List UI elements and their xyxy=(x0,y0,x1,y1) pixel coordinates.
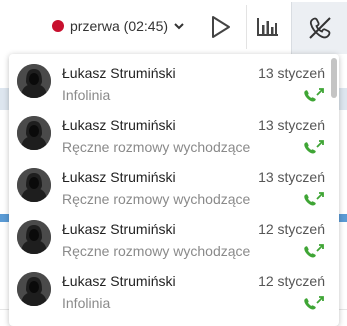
call-list-item[interactable]: Łukasz Strumiński 12 styczeń Ręczne rozm… xyxy=(9,210,331,262)
outgoing-call-icon xyxy=(304,192,324,206)
outgoing-call-icon xyxy=(304,244,324,258)
outgoing-call-icon xyxy=(304,140,324,154)
scrollbar[interactable] xyxy=(331,58,337,320)
chevron-down-icon xyxy=(174,23,184,30)
contact-name: Łukasz Strumiński xyxy=(62,65,176,81)
play-button[interactable] xyxy=(202,5,240,49)
status-label: przerwa (02:45) xyxy=(70,18,169,34)
background-accent-left xyxy=(0,214,9,222)
call-list-item[interactable]: Łukasz Strumiński 13 styczeń Ręczne rozm… xyxy=(9,158,331,210)
statistics-button[interactable] xyxy=(246,5,289,49)
top-bar: przerwa (02:45) xyxy=(0,0,347,54)
call-queue: Ręczne rozmowy wychodzące xyxy=(62,139,251,155)
call-date: 12 styczeń xyxy=(258,221,325,237)
scrollbar-thumb[interactable] xyxy=(331,58,337,98)
call-queue: Infolinia xyxy=(62,87,111,103)
call-queue: Ręczne rozmowy wychodzące xyxy=(62,191,251,207)
avatar xyxy=(17,220,51,254)
hangup-button[interactable] xyxy=(291,2,347,54)
phone-disabled-icon xyxy=(309,17,331,39)
call-date: 13 styczeń xyxy=(258,117,325,133)
contact-name: Łukasz Strumiński xyxy=(62,117,176,133)
avatar xyxy=(17,168,51,202)
background-panel-left xyxy=(0,88,9,110)
status-dot xyxy=(52,20,64,32)
outgoing-call-icon xyxy=(304,88,324,102)
background-panel-right xyxy=(339,88,347,110)
contact-name: Łukasz Strumiński xyxy=(62,169,176,185)
call-list-item[interactable]: Łukasz Strumiński 12 styczeń Infolinia xyxy=(9,262,331,314)
contact-name: Łukasz Strumiński xyxy=(62,221,176,237)
call-queue: Infolinia xyxy=(62,295,111,311)
outgoing-call-icon xyxy=(304,296,324,310)
call-date: 13 styczeń xyxy=(258,169,325,185)
play-icon xyxy=(212,16,230,38)
call-date: 12 styczeń xyxy=(258,273,325,289)
avatar xyxy=(17,64,51,98)
status-selector[interactable]: przerwa (02:45) xyxy=(52,16,184,36)
avatar xyxy=(17,116,51,150)
bar-chart-icon xyxy=(257,18,278,36)
recent-calls-dropdown: Łukasz Strumiński 13 styczeń Infolinia Ł… xyxy=(9,54,339,326)
call-list-item[interactable]: Łukasz Strumiński 13 styczeń Infolinia xyxy=(9,54,331,106)
call-queue: Ręczne rozmowy wychodzące xyxy=(62,243,251,259)
contact-name: Łukasz Strumiński xyxy=(62,273,176,289)
call-date: 13 styczeń xyxy=(258,65,325,81)
call-list-item[interactable]: Łukasz Strumiński 13 styczeń Ręczne rozm… xyxy=(9,106,331,158)
avatar xyxy=(17,272,51,306)
background-accent-right xyxy=(339,214,347,222)
